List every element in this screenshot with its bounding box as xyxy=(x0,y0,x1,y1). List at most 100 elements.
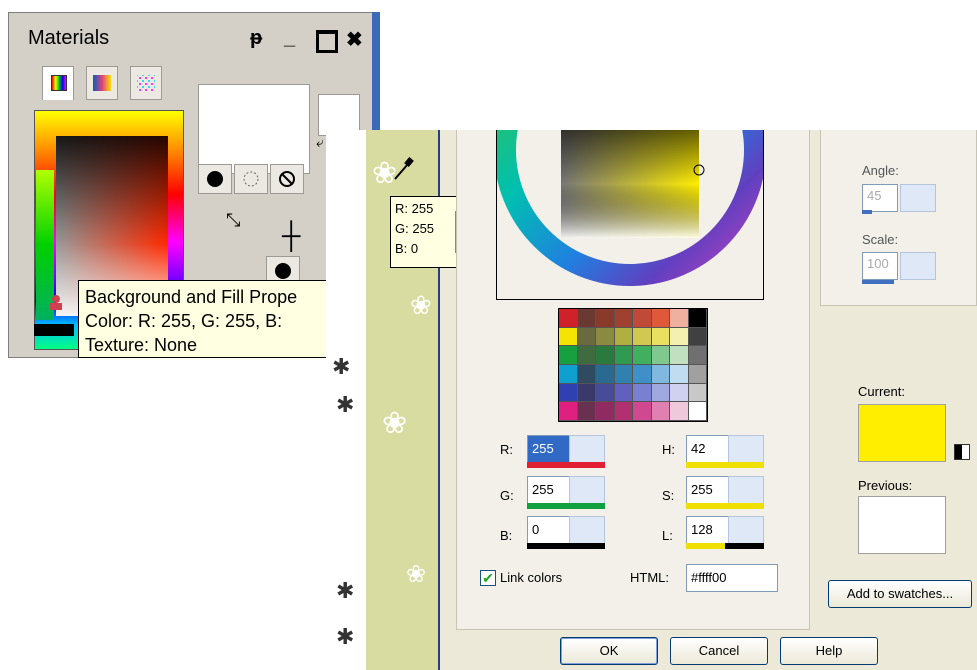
angle-spinner[interactable] xyxy=(900,184,936,212)
swatches-icon xyxy=(137,75,155,91)
ok-button[interactable]: OK xyxy=(560,637,658,665)
foreground-swatch[interactable] xyxy=(198,84,310,174)
current-color-swatch xyxy=(858,404,946,462)
g-slider[interactable] xyxy=(527,503,605,509)
h-spinner[interactable] xyxy=(728,435,764,463)
add-to-swatches-button[interactable]: Add to swatches... xyxy=(828,580,972,608)
close-icon[interactable]: ✖ xyxy=(346,27,363,52)
palette-color-cell[interactable] xyxy=(633,383,652,403)
current-label: Current: xyxy=(858,384,905,399)
palette-color-cell[interactable] xyxy=(651,346,670,365)
palette-color-cell[interactable] xyxy=(559,309,578,328)
palette-color-cell[interactable] xyxy=(688,402,707,421)
palette-color-cell[interactable] xyxy=(577,309,596,328)
l-slider[interactable] xyxy=(686,543,764,549)
s-slider[interactable] xyxy=(686,503,764,509)
s-spinner[interactable] xyxy=(728,476,764,504)
r-spinner[interactable] xyxy=(569,435,605,463)
palette-color-cell[interactable] xyxy=(688,346,707,365)
palette-color-cell[interactable] xyxy=(596,309,615,328)
palette-color-cell[interactable] xyxy=(688,327,707,347)
palette-color-cell[interactable] xyxy=(614,309,633,328)
palette-color-cell[interactable] xyxy=(596,402,615,421)
style-none-button[interactable] xyxy=(270,164,304,194)
black-swatch[interactable] xyxy=(34,324,74,336)
palette-color-cell[interactable] xyxy=(614,346,633,365)
palette-color-cell[interactable] xyxy=(559,327,578,347)
palette-color-cell[interactable] xyxy=(651,327,670,347)
g-spinner[interactable] xyxy=(569,476,605,504)
tab-swatches[interactable] xyxy=(130,66,162,100)
palette-color-cell[interactable] xyxy=(596,346,615,365)
link-colors-checkbox[interactable]: ✔ xyxy=(480,570,496,586)
palette-color-cell[interactable] xyxy=(651,383,670,403)
r-label: R: xyxy=(500,442,513,457)
palette-color-cell[interactable] xyxy=(614,402,633,421)
palette-color-cell[interactable] xyxy=(614,364,633,384)
palette-color-cell[interactable] xyxy=(596,383,615,403)
palette-color-cell[interactable] xyxy=(633,327,652,347)
palette-color-cell[interactable] xyxy=(577,364,596,384)
flower-icon: ❀ xyxy=(382,407,408,440)
pin-icon[interactable]: ᵽ xyxy=(250,27,262,50)
angle-slider[interactable] xyxy=(862,210,872,214)
palette-color-cell[interactable] xyxy=(559,383,578,403)
angle-input[interactable]: 45 xyxy=(862,184,898,212)
palette-color-cell[interactable] xyxy=(614,383,633,403)
maximize-icon[interactable] xyxy=(316,30,338,53)
palette-color-cell[interactable] xyxy=(670,327,689,347)
palette-color-cell[interactable] xyxy=(559,346,578,365)
html-input[interactable]: #ffff00 xyxy=(686,564,778,592)
palette-color-cell[interactable] xyxy=(633,346,652,365)
palette-color-cell[interactable] xyxy=(633,402,652,421)
palette-color-cell[interactable] xyxy=(688,383,707,403)
palette-color-cell[interactable] xyxy=(688,364,707,384)
palette-color-cell[interactable] xyxy=(688,309,707,328)
palette-color-cell[interactable] xyxy=(559,402,578,421)
style-texture-button[interactable] xyxy=(234,164,268,194)
palette-color-cell[interactable] xyxy=(559,364,578,384)
palette-color-cell[interactable] xyxy=(651,309,670,328)
tab-gradient[interactable] xyxy=(86,66,118,100)
swatch-toggle-icon[interactable] xyxy=(954,444,970,460)
pattern-panel xyxy=(820,130,977,306)
palette-color-cell[interactable] xyxy=(633,309,652,328)
b-slider[interactable] xyxy=(527,543,605,549)
scale-spinner[interactable] xyxy=(900,252,936,280)
palette-color-cell[interactable] xyxy=(577,346,596,365)
palette-color-cell[interactable] xyxy=(670,364,689,384)
picker-r: R: 255 xyxy=(395,201,434,216)
s-label: S: xyxy=(662,488,675,503)
palette-color-cell[interactable] xyxy=(670,383,689,403)
color-wheel[interactable] xyxy=(497,130,764,300)
palette-color-cell[interactable] xyxy=(651,402,670,421)
palette-color-cell[interactable] xyxy=(670,309,689,328)
tab-rainbow[interactable] xyxy=(42,66,74,100)
palette-color-cell[interactable] xyxy=(577,402,596,421)
palette-color-cell[interactable] xyxy=(596,327,615,347)
palette-color-cell[interactable] xyxy=(577,383,596,403)
star-icon: ✱ xyxy=(332,354,351,379)
scale-slider[interactable] xyxy=(862,280,894,284)
palette-color-cell[interactable] xyxy=(596,364,615,384)
help-button[interactable]: Help xyxy=(780,637,878,665)
style-color-button[interactable] xyxy=(198,164,232,194)
swap-arrows-icon[interactable]: ⤡ xyxy=(226,210,240,231)
b-spinner[interactable] xyxy=(569,516,605,544)
minimize-icon[interactable]: _ xyxy=(284,27,295,50)
palette-color-cell[interactable] xyxy=(670,402,689,421)
palette-color-cell[interactable] xyxy=(633,364,652,384)
r-slider[interactable] xyxy=(527,462,605,468)
eyedropper-icon[interactable] xyxy=(392,156,414,188)
palette-color-cell[interactable] xyxy=(670,346,689,365)
l-spinner[interactable] xyxy=(728,516,764,544)
previous-color-swatch[interactable] xyxy=(858,496,946,554)
h-slider[interactable] xyxy=(686,462,764,468)
palette-color-cell[interactable] xyxy=(577,327,596,347)
tooltip-line-3: Texture: None xyxy=(85,335,198,355)
basic-colors-grid[interactable] xyxy=(558,308,708,422)
palette-color-cell[interactable] xyxy=(614,327,633,347)
cancel-button[interactable]: Cancel xyxy=(670,637,768,665)
palette-color-cell[interactable] xyxy=(651,364,670,384)
scale-input[interactable]: 100 xyxy=(862,252,898,280)
